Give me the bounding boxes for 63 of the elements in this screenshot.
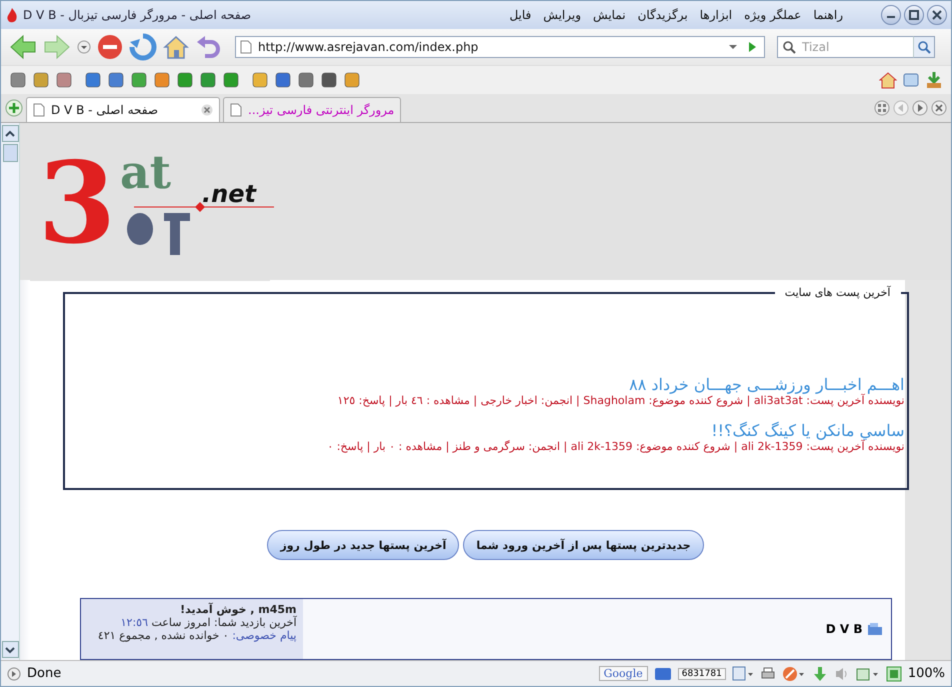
scroll-up-icon[interactable] xyxy=(2,125,18,142)
home-icon[interactable] xyxy=(163,34,189,60)
window-title: صفحه اصلی - مرورگر فارسی تیزبال - D V B xyxy=(23,8,252,22)
home-icon[interactable] xyxy=(879,71,897,89)
tab-list-icon[interactable] xyxy=(874,100,890,116)
stop-icon[interactable] xyxy=(97,34,123,60)
greeting: m45m , خوش آمدید! xyxy=(179,603,296,616)
scrollbar[interactable] xyxy=(1,123,20,660)
menu-item[interactable]: برگزیدگان xyxy=(638,8,688,22)
toolbar-icon[interactable] xyxy=(654,666,672,680)
close-tab-icon[interactable] xyxy=(201,104,213,116)
notepad-icon[interactable] xyxy=(902,71,920,89)
panel-title: آخرین پست های سایت xyxy=(784,286,892,301)
window-icon[interactable] xyxy=(732,666,754,682)
logo-text: at xyxy=(120,145,172,200)
private-message-link[interactable]: پیام خصوصی: xyxy=(232,629,296,642)
maximize-icon xyxy=(909,10,919,20)
last-visit-time: ١٢:٥٦ xyxy=(120,616,148,629)
post-info: نویسنده آخرین پست: ali3at3at | شروع کننده موضوع: Shagholam | انجمن: اخبار خارجی | مشاهده : ٤٦ بار | پاسخ: ١٢٥ xyxy=(336,394,904,408)
menu-item[interactable]: ویرایش xyxy=(543,8,582,22)
flame-icon xyxy=(5,7,19,23)
forum-title: D V B xyxy=(826,622,862,636)
download-icon[interactable] xyxy=(812,666,828,682)
blocked-icon[interactable] xyxy=(782,666,806,682)
logo-text: .net xyxy=(202,179,256,210)
menu-item[interactable]: فایل xyxy=(509,8,532,22)
new-tab-icon[interactable] xyxy=(5,99,23,117)
search-field[interactable]: Tizal xyxy=(777,36,913,58)
google-badge[interactable]: Google xyxy=(598,666,648,681)
maximize-button[interactable] xyxy=(904,5,924,25)
address-bar[interactable]: http://www.asrejavan.com/index.php xyxy=(235,36,765,58)
logo-digit: 3 xyxy=(38,137,116,271)
search-button[interactable] xyxy=(913,36,935,58)
zoom-icon[interactable] xyxy=(886,666,902,682)
search-icon xyxy=(917,40,931,54)
back-icon[interactable] xyxy=(9,34,37,60)
post-info: نویسنده آخرین پست: ali 2k-1359 | شروع کننده موضوع: ali 2k-1359 | انجمن: سرگرمی و طنز | مشاهده : ٠ بار | پاسخ: ٠ xyxy=(326,440,904,454)
close-icon xyxy=(932,10,942,20)
close-tab-icon[interactable] xyxy=(931,100,947,116)
refresh-icon[interactable] xyxy=(129,33,157,61)
filter-button[interactable]: آخرین پستها جدید در طول روز xyxy=(267,530,460,560)
scroll-thumb[interactable] xyxy=(2,144,18,162)
filter-button[interactable]: جدیدترین پستها پس از آخرین ورود شما xyxy=(463,530,704,560)
message-count: ٠ خوانده نشده , مجموع ٤٢١ xyxy=(98,629,229,642)
browser-tab[interactable]: صفحه اصلی - D V B xyxy=(26,97,220,122)
download-icon[interactable] xyxy=(925,71,943,89)
last-visit-label: آخرین بازدید شما: امروز ساعت xyxy=(151,616,296,629)
dropdown-icon[interactable] xyxy=(77,40,91,54)
browser-tab[interactable]: مرورگر اینترنتی فارسی تیز... xyxy=(223,97,402,122)
panel-icon[interactable] xyxy=(856,666,880,682)
counter-badge: 6831781 xyxy=(678,668,726,680)
menu-item[interactable]: نمایش xyxy=(593,8,626,22)
dropdown-icon[interactable] xyxy=(728,43,738,51)
menu-item[interactable]: ابزارها xyxy=(700,8,732,22)
close-button[interactable] xyxy=(927,5,947,25)
status-icon xyxy=(7,666,21,680)
scroll-down-icon[interactable] xyxy=(2,641,18,658)
scroll-right-icon[interactable] xyxy=(912,100,928,116)
menu-item[interactable]: راهنما xyxy=(813,8,843,22)
minimize-button[interactable] xyxy=(881,5,901,25)
status-text: Done xyxy=(27,666,62,681)
menu-item[interactable]: عملگر ویژه xyxy=(744,8,802,22)
zoom-level[interactable]: 100% xyxy=(908,666,945,681)
